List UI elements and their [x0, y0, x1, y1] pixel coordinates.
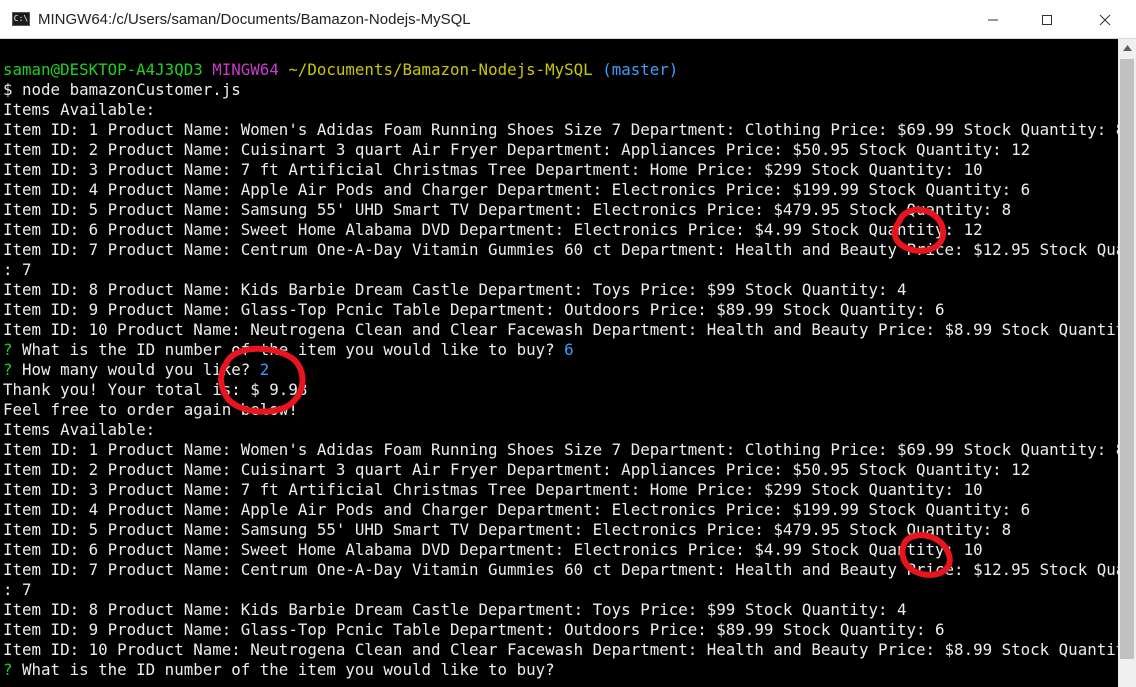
prompt-line: saman@DESKTOP-A4J3QD3 MINGW64 ~/Document… — [3, 60, 1118, 80]
inventory-row: Item ID: 7 Product Name: Centrum One-A-D… — [3, 560, 1118, 579]
inventory-row: : 7 — [3, 580, 32, 599]
close-icon — [1099, 14, 1111, 25]
inventory-row: Item ID: 9 Product Name: Glass-Top Pcnic… — [3, 300, 945, 319]
inventory-row: Item ID: 5 Product Name: Samsung 55' UHD… — [3, 520, 1012, 539]
inventory-row: Item ID: 1 Product Name: Women's Adidas … — [3, 440, 1118, 459]
window-title: MINGW64:/c/Users/saman/Documents/Bamazon… — [38, 11, 471, 28]
inventory-row: Item ID: 6 Product Name: Sweet Home Alab… — [3, 540, 983, 559]
question-item-id: ? What is the ID number of the item you … — [3, 340, 1118, 360]
question-text: What is the ID number of the item you wo… — [12, 660, 555, 679]
inventory-row: Item ID: 5 Product Name: Samsung 55' UHD… — [3, 200, 1012, 219]
scroll-up-arrow-icon — [1122, 45, 1132, 51]
inventory-row: Item ID: 10 Product Name: Neutrogena Cle… — [3, 640, 1118, 659]
question-marker: ? — [3, 340, 13, 359]
inventory-row: Item ID: 9 Product Name: Glass-Top Pcnic… — [3, 620, 945, 639]
inventory-row: Item ID: 8 Product Name: Kids Barbie Dre… — [3, 600, 907, 619]
window-titlebar[interactable]: C:\ MINGW64:/c/Users/saman/Documents/Bam… — [0, 0, 1136, 39]
inventory-row: Item ID: 7 Product Name: Centrum One-A-D… — [3, 240, 1118, 259]
question-item-id: ? What is the ID number of the item you … — [3, 660, 1118, 680]
inventory-row: Item ID: 2 Product Name: Cuisinart 3 qua… — [3, 460, 1031, 479]
close-button[interactable] — [1078, 0, 1132, 39]
inventory-row: Item ID: 2 Product Name: Cuisinart 3 qua… — [3, 140, 1031, 159]
inventory-row: Item ID: 10 Product Name: Neutrogena Cle… — [3, 320, 1118, 339]
inventory-row: Item ID: 6 Product Name: Sweet Home Alab… — [3, 220, 983, 239]
question-quantity: ? How many would you like? 2 — [3, 360, 1118, 380]
answer-item-id: 6 — [564, 340, 574, 359]
scroll-up-button[interactable] — [1118, 39, 1136, 57]
inventory-row: Item ID: 1 Product Name: Women's Adidas … — [3, 120, 1118, 139]
question-marker: ? — [3, 660, 13, 679]
inventory-row: Item ID: 3 Product Name: 7 ft Artificial… — [3, 480, 983, 499]
inventory-row: Item ID: 4 Product Name: Apple Air Pods … — [3, 500, 1031, 519]
prompt-branch: (master) — [602, 60, 679, 79]
inventory-row: : 7 — [3, 260, 32, 279]
inventory-row: Item ID: 3 Product Name: 7 ft Artificial… — [3, 160, 983, 179]
minimize-button[interactable] — [966, 0, 1020, 39]
items-header: Items Available: — [3, 100, 156, 119]
prompt-user-host: saman@DESKTOP-A4J3QD3 — [3, 60, 203, 79]
maximize-icon — [1042, 14, 1052, 25]
prompt-path: ~/Documents/Bamazon-Nodejs-MySQL — [288, 60, 593, 79]
question-text: How many would you like? — [12, 360, 260, 379]
scrollbar-thumb[interactable] — [1120, 59, 1134, 659]
terminal-output[interactable]: saman@DESKTOP-A4J3QD3 MINGW64 ~/Document… — [0, 39, 1118, 687]
order-again-message: Feel free to order again below! — [3, 400, 298, 419]
terminal-app-icon[interactable]: C:\ — [12, 12, 30, 26]
minimize-icon — [988, 19, 998, 20]
question-text: What is the ID number of the item you wo… — [12, 340, 565, 359]
inventory-row: Item ID: 8 Product Name: Kids Barbie Dre… — [3, 280, 907, 299]
command-line: $ node bamazonCustomer.js — [3, 80, 241, 99]
prompt-shell: MINGW64 — [212, 60, 279, 79]
maximize-button[interactable] — [1020, 0, 1074, 39]
items-header: Items Available: — [3, 420, 156, 439]
vertical-scrollbar[interactable] — [1118, 39, 1136, 687]
question-marker: ? — [3, 360, 13, 379]
inventory-row: Item ID: 4 Product Name: Apple Air Pods … — [3, 180, 1031, 199]
order-total: Thank you! Your total is: $ 9.98 — [3, 380, 308, 399]
answer-quantity: 2 — [259, 360, 270, 379]
